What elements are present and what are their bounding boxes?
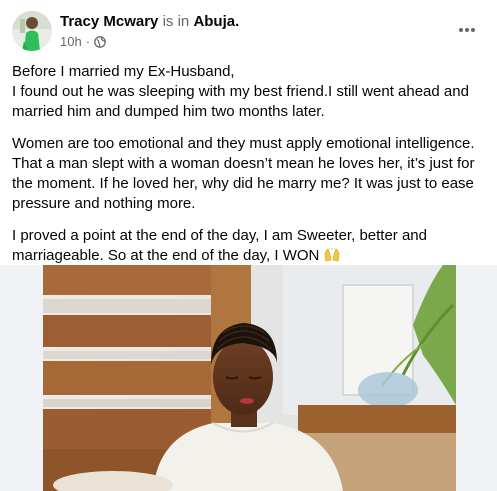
post-header: Tracy Mcwary is in Abuja. 10h ·: [12, 10, 485, 54]
paragraph-3-text: I proved a point at the end of the day, …: [12, 227, 427, 264]
avatar-image: [12, 11, 52, 51]
photo-image: [43, 265, 456, 491]
post-time[interactable]: 10h: [60, 34, 82, 50]
post-meta: 10h ·: [60, 34, 106, 50]
location-link[interactable]: Abuja.: [193, 13, 239, 30]
author-name[interactable]: Tracy Mcwary: [60, 13, 158, 30]
location-prefix: is in: [162, 13, 190, 30]
paragraph-3: I proved a point at the end of the day, …: [12, 226, 488, 266]
post-card: Tracy Mcwary is in Abuja. 10h · Before I…: [0, 0, 497, 491]
paragraph-1-line-1: Before I married my Ex-Husband,: [12, 63, 235, 80]
paragraph-2: Women are too emotional and they must ap…: [12, 135, 475, 212]
raising-hands-emoji: [324, 247, 340, 262]
post-media: [0, 265, 497, 491]
post-photo[interactable]: [43, 265, 456, 491]
more-options-button[interactable]: [453, 16, 481, 44]
more-horizontal-icon: [459, 28, 475, 32]
globe-icon[interactable]: [94, 36, 106, 48]
author-line: Tracy Mcwary is in Abuja.: [60, 13, 239, 31]
author-avatar[interactable]: [12, 11, 52, 51]
paragraph-1-line-2: I found out he was sleeping with my best…: [12, 83, 469, 120]
post-body: Before I married my Ex-Husband, I found …: [12, 62, 488, 278]
meta-separator: ·: [85, 34, 91, 49]
